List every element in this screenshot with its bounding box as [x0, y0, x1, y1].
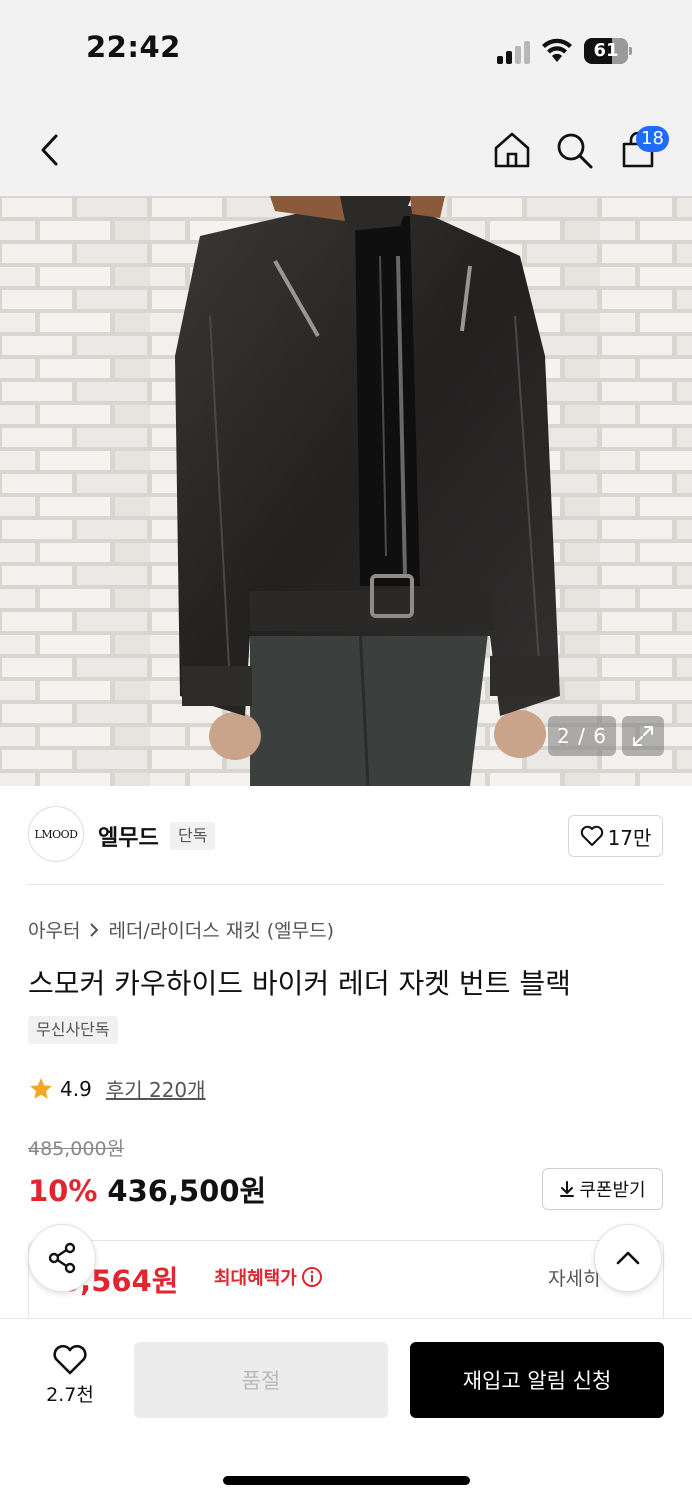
- battery-icon: 61: [584, 38, 632, 64]
- download-icon: [560, 1181, 575, 1197]
- heart-icon: [53, 1344, 87, 1375]
- rating-score: 4.9: [60, 1076, 92, 1101]
- exclusive-tag: 단독: [170, 822, 216, 850]
- status-time: 22:42: [86, 30, 181, 64]
- discount-rate: 10%: [28, 1174, 98, 1208]
- home-indicator[interactable]: [223, 1476, 470, 1485]
- brand-like-button[interactable]: 17만: [568, 815, 663, 857]
- restock-alert-button[interactable]: 재입고 알림 신청: [410, 1342, 664, 1418]
- original-price: 485,000원: [28, 1138, 125, 1160]
- coupon-download-button[interactable]: 쿠폰받기: [542, 1168, 663, 1210]
- brand-name[interactable]: 엘무드: [98, 820, 159, 852]
- wishlist-count: 2.7천: [46, 1384, 94, 1406]
- search-icon: [557, 133, 593, 169]
- product-title: 스모커 카우하이드 바이커 레더 자켓 번트 블랙: [28, 967, 571, 1000]
- product-photo: [0, 196, 692, 786]
- image-counter: 2 / 6: [548, 716, 616, 756]
- status-bar: 22:42 61: [0, 0, 692, 100]
- chevron-up-icon: [616, 1251, 640, 1265]
- home-button[interactable]: [490, 126, 534, 174]
- scroll-top-button[interactable]: [594, 1224, 662, 1292]
- breadcrumb: 아우터 레더/라이더스 재킷 (엘무드): [28, 916, 334, 943]
- reviews-link[interactable]: 후기 220개: [106, 1074, 206, 1103]
- wifi-icon: [542, 38, 572, 62]
- back-chevron-icon: [41, 134, 58, 166]
- product-image[interactable]: [0, 196, 692, 786]
- max-benefit-label: 최대혜택가: [214, 1268, 297, 1289]
- battery-percent: 61: [593, 40, 619, 61]
- brand-logo[interactable]: LMOOD: [28, 806, 84, 862]
- back-button[interactable]: [28, 126, 72, 174]
- cellular-signal-icon: [497, 40, 533, 64]
- coupon-label: 쿠폰받기: [579, 1180, 646, 1201]
- soldout-button[interactable]: 품절: [134, 1342, 388, 1418]
- star-icon: [30, 1077, 52, 1099]
- heart-icon: [580, 825, 603, 846]
- search-button[interactable]: [552, 126, 596, 174]
- share-icon: [48, 1242, 76, 1274]
- musinsa-exclusive-badge: 무신사단독: [28, 1016, 118, 1044]
- info-icon[interactable]: [301, 1266, 323, 1288]
- breadcrumb-item[interactable]: 아우터: [28, 916, 80, 943]
- rating-row: 4.9 후기 220개: [28, 1074, 206, 1103]
- max-benefit-label-row: 최대혜택가: [214, 1264, 323, 1290]
- brand-like-count: 17만: [607, 825, 652, 850]
- divider: [28, 884, 664, 885]
- breadcrumb-item[interactable]: 레더/라이더스 재킷 (엘무드): [108, 916, 334, 943]
- cart-count-badge: 18: [636, 126, 669, 152]
- price-row: 10% 436,500원: [28, 1168, 266, 1210]
- brand-logo-text: LMOOD: [34, 827, 78, 841]
- home-icon: [494, 132, 530, 168]
- chevron-right-icon: [90, 922, 99, 937]
- share-button[interactable]: [28, 1224, 96, 1292]
- wishlist-button[interactable]: 2.7천: [32, 1344, 108, 1414]
- sale-price: 436,500원: [107, 1174, 267, 1208]
- expand-image-button[interactable]: [622, 716, 664, 756]
- expand-icon: [633, 726, 653, 746]
